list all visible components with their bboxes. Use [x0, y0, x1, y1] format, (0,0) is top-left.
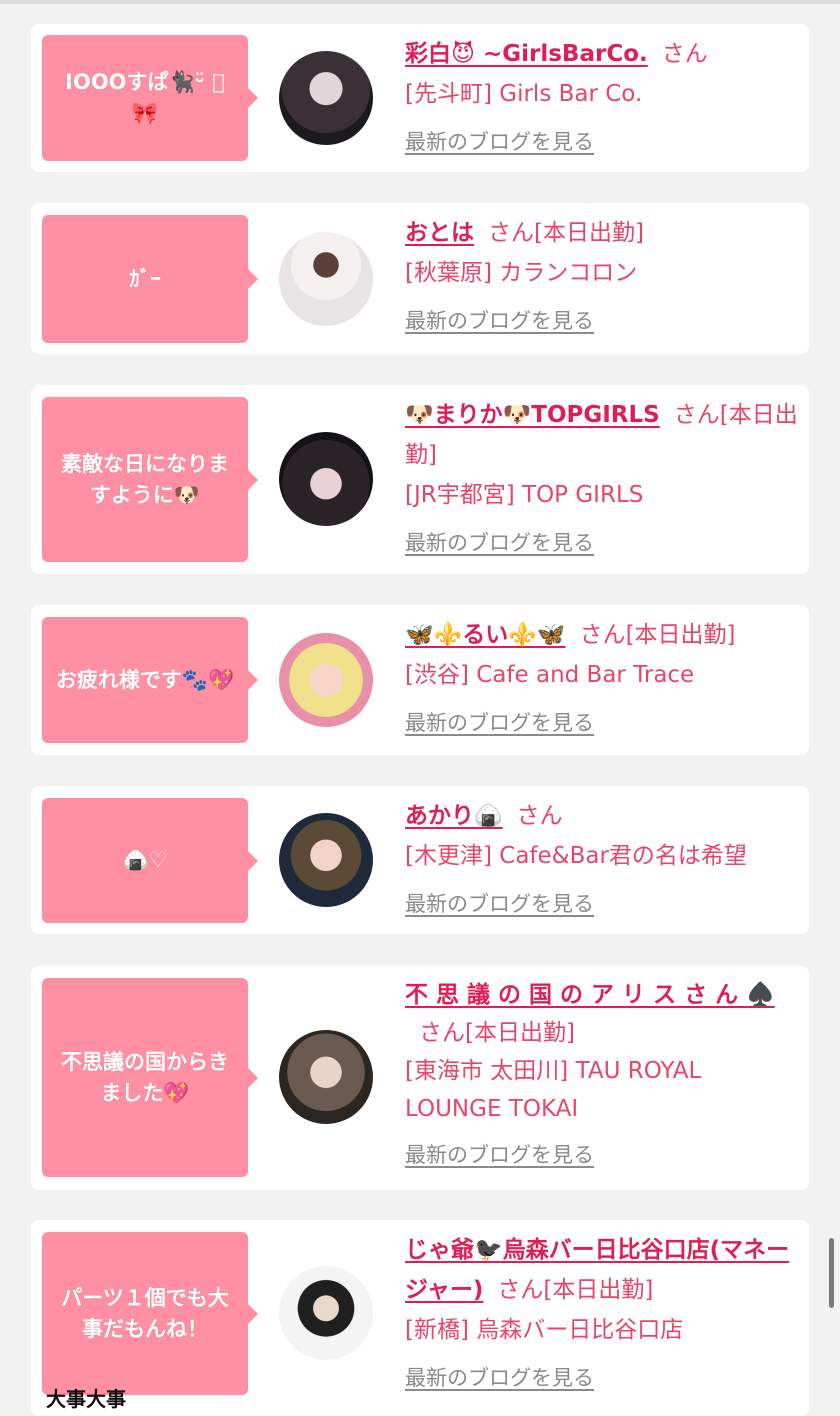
girl-card[interactable]: パーツ１個でも大事だもんね！ じゃ爺🐦‍⬛烏森バー日比谷口店(マネージャー) さん… — [31, 1220, 809, 1416]
cast-name-link[interactable]: 彩白😈 ~GirlsBarCo. — [405, 41, 648, 67]
shop-label: [先斗町] Girls Bar Co. — [405, 81, 643, 107]
card-info: じゃ爺🐦‍⬛烏森バー日比谷口店(マネージャー) さん[本日出勤] [新橋] 烏森バ… — [405, 1230, 801, 1398]
message-bubble: IOOOすぱ🐈‍⬛ᵕ̈ ⃝🎀 — [42, 35, 258, 161]
girl-card[interactable]: ｶﾞｰ おとは さん[本日出勤] [秋葉原] カランコロン 最新のブログを見る — [31, 203, 809, 354]
blog-link[interactable]: 最新のブログを見る — [405, 1358, 801, 1398]
cast-name-link[interactable]: 不 思 議 の 国 の ア リ ス さ ん ♠️ — [405, 982, 775, 1008]
girl-card[interactable]: お疲れ様です🐾💖 🦋⚜️るい⚜️🦋 さん[本日出勤] [渋谷] Cafe and … — [31, 605, 809, 755]
blog-link[interactable]: 最新のブログを見る — [405, 1136, 801, 1174]
name-suffix: さん[本日出勤] — [419, 1020, 575, 1046]
cast-name-link[interactable]: 🦋⚜️るい⚜️🦋 — [405, 622, 566, 648]
name-suffix: さん[本日出勤] — [579, 622, 736, 648]
shop-label: [新橋] 烏森バー日比谷口店 — [405, 1317, 684, 1343]
cast-name-link[interactable]: あかり🍙 — [405, 803, 503, 829]
top-divider — [0, 0, 840, 4]
overlay-caption: 大事大事 — [46, 1387, 126, 1411]
message-bubble: お疲れ様です🐾💖 — [42, 617, 258, 743]
card-info: 不 思 議 の 国 の ア リ ス さ ん ♠️ さん[本日出勤] [東海市 太田… — [405, 976, 801, 1174]
shop-label: [JR宇都宮] TOP GIRLS — [405, 482, 644, 508]
girl-card[interactable]: 素敵な日になりますように🐶 🐶まりか🐶TOPGIRLS さん[本日出勤] [JR宇… — [31, 385, 809, 574]
card-info: 🐶まりか🐶TOPGIRLS さん[本日出勤] [JR宇都宮] TOP GIRLS … — [405, 395, 801, 563]
scrollbar[interactable] — [829, 1238, 834, 1308]
blog-link[interactable]: 最新のブログを見る — [405, 301, 801, 341]
avatar[interactable] — [279, 1266, 373, 1360]
avatar[interactable] — [279, 633, 373, 727]
card-info: 🦋⚜️るい⚜️🦋 さん[本日出勤] [渋谷] Cafe and Bar Trace… — [405, 615, 801, 743]
blog-link[interactable]: 最新のブログを見る — [405, 703, 801, 743]
girl-card[interactable]: 🍙♡ あかり🍙 さん [木更津] Cafe&Bar君の名は希望 最新のブログを見る — [31, 786, 809, 934]
name-suffix: さん[本日出勤] — [497, 1277, 654, 1303]
shop-label: [渋谷] Cafe and Bar Trace — [405, 662, 695, 688]
shop-label: [東海市 太田川] TAU ROYAL LOUNGE TOKAI — [405, 1058, 702, 1122]
cast-name-link[interactable]: おとは — [405, 220, 474, 246]
shop-label: [秋葉原] カランコロン — [405, 260, 638, 286]
girl-card[interactable]: 不思議の国からきました💖 不 思 議 の 国 の ア リ ス さ ん ♠️ さん[… — [31, 966, 809, 1190]
blog-link[interactable]: 最新のブログを見る — [405, 523, 801, 563]
card-info: 彩白😈 ~GirlsBarCo. さん [先斗町] Girls Bar Co. 最… — [405, 34, 801, 162]
card-info: あかり🍙 さん [木更津] Cafe&Bar君の名は希望 最新のブログを見る — [405, 796, 801, 924]
name-suffix: さん[本日出勤] — [488, 220, 644, 246]
girl-card[interactable]: IOOOすぱ🐈‍⬛ᵕ̈ ⃝🎀 彩白😈 ~GirlsBarCo. さん [先斗町] … — [31, 24, 809, 172]
message-bubble: 🍙♡ — [42, 798, 258, 923]
message-bubble: 不思議の国からきました💖 — [42, 978, 258, 1177]
message-bubble: 素敵な日になりますように🐶 — [42, 397, 258, 562]
avatar[interactable] — [279, 51, 373, 145]
blog-link[interactable]: 最新のブログを見る — [405, 884, 801, 924]
avatar[interactable] — [279, 232, 373, 326]
message-bubble: パーツ１個でも大事だもんね！ — [42, 1232, 258, 1395]
avatar[interactable] — [279, 1030, 373, 1124]
name-suffix: さん — [661, 41, 708, 67]
avatar[interactable] — [279, 432, 373, 526]
avatar[interactable] — [279, 813, 373, 907]
message-bubble: ｶﾞｰ — [42, 215, 258, 343]
cast-name-link[interactable]: 🐶まりか🐶TOPGIRLS — [405, 402, 660, 428]
name-suffix: さん — [516, 803, 563, 829]
blog-link[interactable]: 最新のブログを見る — [405, 122, 801, 162]
card-info: おとは さん[本日出勤] [秋葉原] カランコロン 最新のブログを見る — [405, 213, 801, 341]
shop-label: [木更津] Cafe&Bar君の名は希望 — [405, 843, 747, 869]
